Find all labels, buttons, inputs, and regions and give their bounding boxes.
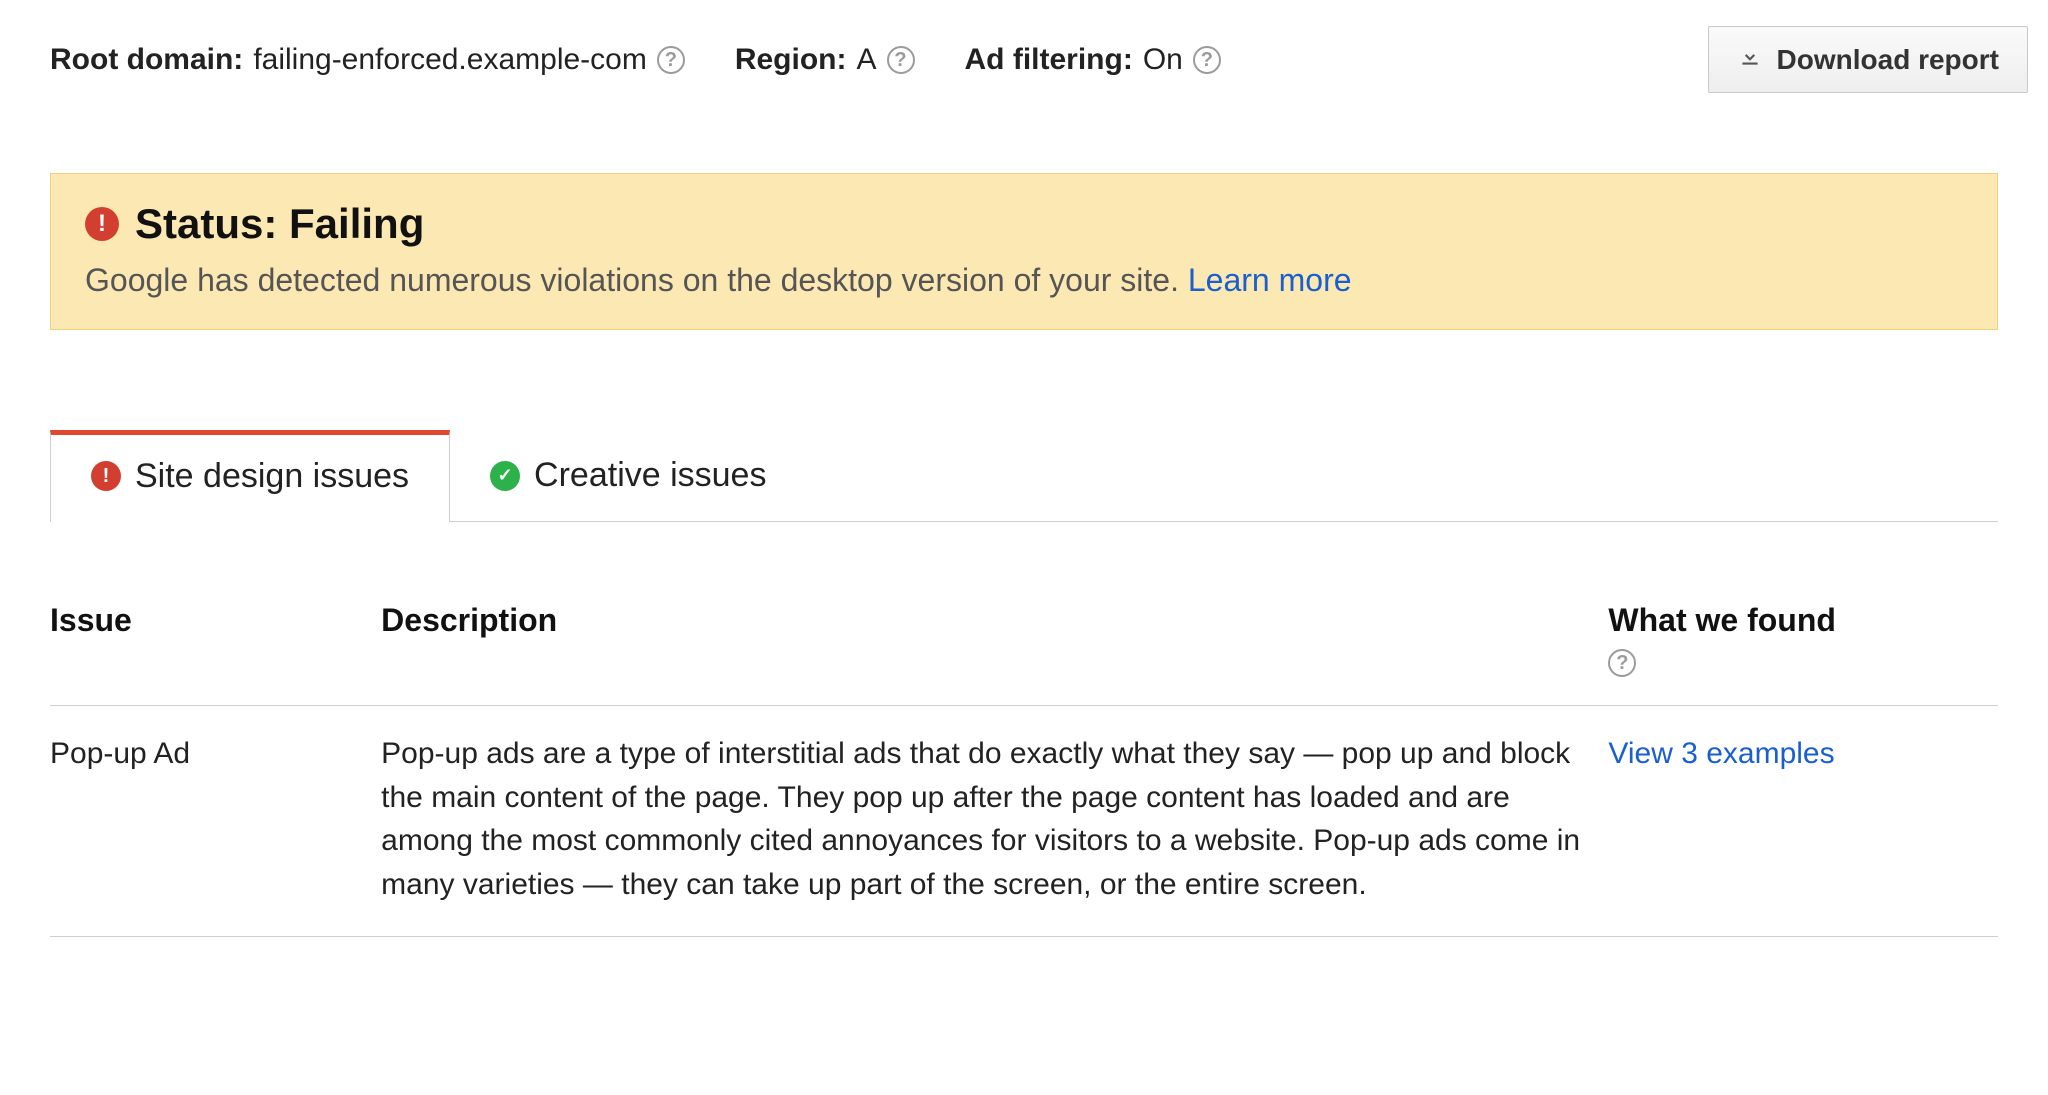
column-header-issue: Issue (50, 602, 381, 706)
table-row: Pop-up Ad Pop-up ads are a type of inter… (50, 706, 1998, 937)
table-header-row: Issue Description What we found ? (50, 602, 1998, 706)
region-value: A (856, 43, 876, 77)
tabs: ! Site design issues ✓ Creative issues (50, 430, 1998, 522)
download-report-button[interactable]: Download report (1708, 26, 2028, 93)
issue-name: Pop-up Ad (50, 706, 381, 937)
status-banner: ! Status: Failing Google has detected nu… (50, 173, 1998, 330)
learn-more-link[interactable]: Learn more (1188, 262, 1352, 298)
root-domain-value: failing-enforced.example-com (253, 43, 647, 77)
ad-filtering-value: On (1143, 43, 1183, 77)
status-description-line: Google has detected numerous violations … (85, 262, 1963, 299)
ad-filtering: Ad filtering: On ? (965, 43, 1221, 77)
column-header-found-label: What we found (1608, 602, 1836, 638)
issue-description: Pop-up ads are a type of interstitial ad… (381, 706, 1608, 937)
tab-label: Creative issues (534, 456, 766, 495)
root-domain-label: Root domain: (50, 43, 243, 77)
alert-icon: ! (85, 207, 119, 241)
tabs-container: ! Site design issues ✓ Creative issues (50, 430, 1998, 522)
help-icon[interactable]: ? (1193, 46, 1221, 74)
download-icon (1737, 43, 1763, 76)
help-icon[interactable]: ? (1608, 649, 1636, 677)
tab-site-design-issues[interactable]: ! Site design issues (50, 430, 450, 522)
check-icon: ✓ (490, 461, 520, 491)
column-header-found: What we found ? (1608, 602, 1998, 706)
info-bar: Root domain: failing-enforced.example-co… (50, 20, 1998, 113)
status-title: Status: Failing (135, 200, 424, 248)
issues-table: Issue Description What we found ? Pop-up… (50, 602, 1998, 937)
tab-label: Site design issues (135, 457, 409, 496)
status-line: ! Status: Failing (85, 200, 1963, 248)
tab-creative-issues[interactable]: ✓ Creative issues (450, 430, 806, 521)
download-report-label: Download report (1777, 44, 1999, 76)
region: Region: A ? (735, 43, 915, 77)
status-description: Google has detected numerous violations … (85, 262, 1179, 298)
alert-icon: ! (91, 461, 121, 491)
root-domain: Root domain: failing-enforced.example-co… (50, 43, 685, 77)
region-label: Region: (735, 43, 847, 77)
help-icon[interactable]: ? (887, 46, 915, 74)
ad-filtering-label: Ad filtering: (965, 43, 1133, 77)
help-icon[interactable]: ? (657, 46, 685, 74)
view-examples-link[interactable]: View 3 examples (1608, 737, 1834, 770)
column-header-description: Description (381, 602, 1608, 706)
